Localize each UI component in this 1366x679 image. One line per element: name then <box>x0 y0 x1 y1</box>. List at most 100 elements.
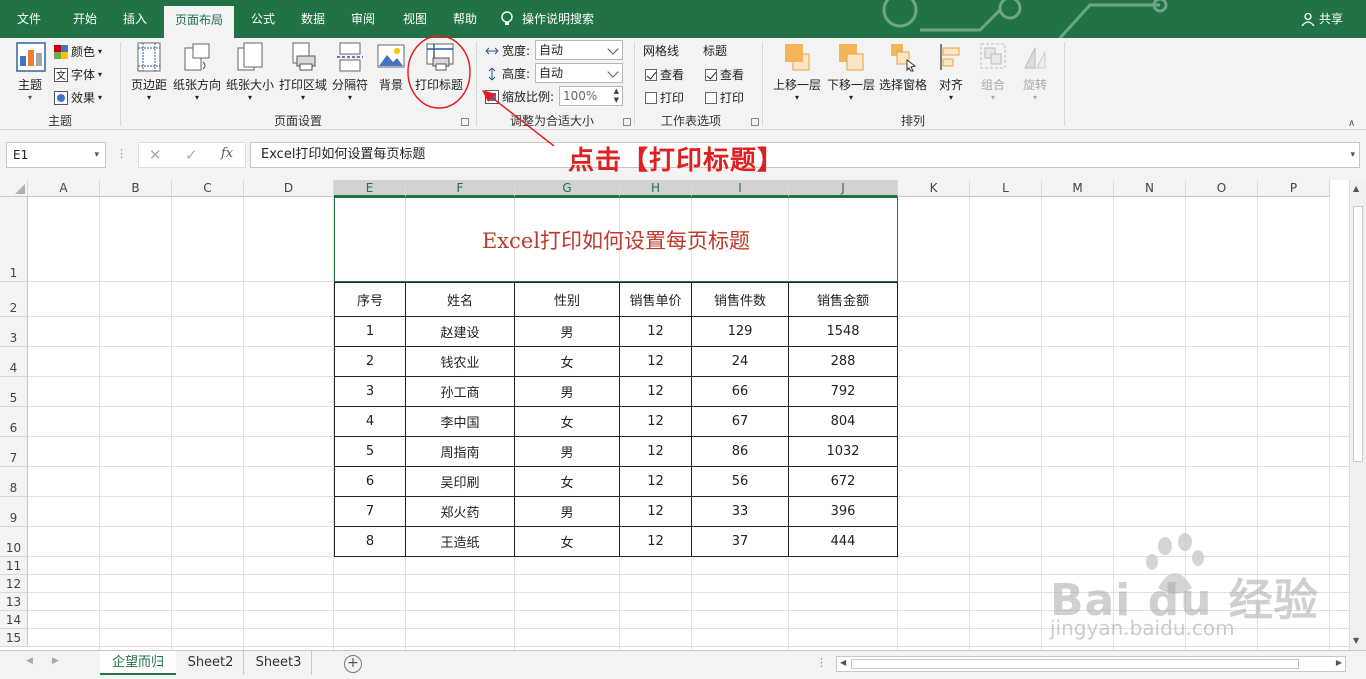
table-cell[interactable]: 男 <box>515 497 620 527</box>
column-header-g[interactable]: G <box>515 180 620 197</box>
row-header-5[interactable]: 5 <box>0 377 28 407</box>
table-cell[interactable]: 396 <box>789 497 898 527</box>
column-header-e[interactable]: E <box>334 180 406 197</box>
row-header-8[interactable]: 8 <box>0 467 28 497</box>
table-cell[interactable]: 12 <box>620 497 692 527</box>
table-cell[interactable]: 4 <box>334 407 406 437</box>
column-header-d[interactable]: D <box>244 180 334 197</box>
h-scroll-thumb[interactable] <box>851 659 1299 669</box>
table-cell[interactable]: 12 <box>620 407 692 437</box>
send-backward-button[interactable]: 下移一层 ▾ <box>825 42 877 102</box>
row-header-11[interactable]: 11 <box>0 557 28 575</box>
headings-print-checkbox[interactable]: 打印 <box>705 89 744 106</box>
formula-input[interactable]: Excel打印如何设置每页标题 ▾ <box>250 142 1360 168</box>
headings-view-checkbox[interactable]: 查看 <box>705 66 744 83</box>
column-header-k[interactable]: K <box>898 180 970 197</box>
horizontal-scrollbar[interactable]: ◀ ▶ <box>836 656 1346 672</box>
table-cell[interactable]: 444 <box>789 527 898 557</box>
column-header-j[interactable]: J <box>789 180 898 197</box>
table-cell[interactable]: 24 <box>692 347 789 377</box>
table-header-cell[interactable]: 销售金额 <box>789 282 898 317</box>
width-select[interactable]: 自动 <box>535 40 623 60</box>
column-header-h[interactable]: H <box>620 180 692 197</box>
group-objects-button[interactable]: 组合 ▾ <box>973 42 1013 102</box>
prev-sheet-icon[interactable]: ◀ <box>26 656 33 666</box>
table-cell[interactable]: 1548 <box>789 317 898 347</box>
row-header-2[interactable]: 2 <box>0 282 28 317</box>
row-header-9[interactable]: 9 <box>0 497 28 527</box>
table-cell[interactable]: 37 <box>692 527 789 557</box>
table-cell[interactable]: 5 <box>334 437 406 467</box>
table-cell[interactable]: 王造纸 <box>406 527 515 557</box>
table-cell[interactable]: 129 <box>692 317 789 347</box>
table-cell[interactable]: 2 <box>334 347 406 377</box>
column-header-m[interactable]: M <box>1042 180 1114 197</box>
table-cell[interactable]: 67 <box>692 407 789 437</box>
spreadsheet-grid[interactable]: ABCDEFGHIJKLMNOP 1 2 3 4 5 6 7 8 9 10 11 12 13 14 15 E… <box>0 180 1349 650</box>
table-cell[interactable]: 孙工商 <box>406 377 515 407</box>
confirm-icon[interactable]: ✓ <box>185 146 198 164</box>
table-cell[interactable]: 804 <box>789 407 898 437</box>
selection-pane-button[interactable]: 选择窗格 <box>877 42 929 93</box>
column-header-f[interactable]: F <box>406 180 515 197</box>
table-cell[interactable]: 3 <box>334 377 406 407</box>
orientation-button[interactable]: 纸张方向 ▾ <box>171 42 223 102</box>
vertical-scrollbar[interactable]: ▲ ▼ <box>1349 180 1366 650</box>
table-cell[interactable]: 86 <box>692 437 789 467</box>
table-cell[interactable]: 12 <box>620 467 692 497</box>
bring-forward-button[interactable]: 上移一层 ▾ <box>771 42 823 102</box>
table-cell[interactable]: 56 <box>692 467 789 497</box>
scroll-down-icon[interactable]: ▼ <box>1353 636 1359 645</box>
table-cell[interactable]: 男 <box>515 377 620 407</box>
sheet-tab-3[interactable]: Sheet3 <box>246 651 312 675</box>
table-cell[interactable]: 6 <box>334 467 406 497</box>
fonts-button[interactable]: 文 字体 ▾ <box>54 66 102 83</box>
tab-file[interactable]: 文件 <box>6 0 52 38</box>
column-header-c[interactable]: C <box>172 180 244 197</box>
column-header-l[interactable]: L <box>970 180 1042 197</box>
table-cell[interactable]: 8 <box>334 527 406 557</box>
size-button[interactable]: 纸张大小 ▾ <box>225 42 275 102</box>
breaks-button[interactable]: 分隔符 ▾ <box>331 42 369 102</box>
tab-insert[interactable]: 插入 <box>112 0 158 38</box>
sheet-tab-2[interactable]: Sheet2 <box>178 651 244 675</box>
scroll-left-icon[interactable]: ◀ <box>840 658 846 667</box>
table-cell[interactable]: 12 <box>620 437 692 467</box>
gridlines-view-checkbox[interactable]: 查看 <box>645 66 684 83</box>
table-cell[interactable]: 钱农业 <box>406 347 515 377</box>
table-header-cell[interactable]: 销售单价 <box>620 282 692 317</box>
table-cell[interactable]: 12 <box>620 317 692 347</box>
row-header-15[interactable]: 15 <box>0 629 28 647</box>
table-cell[interactable]: 男 <box>515 317 620 347</box>
row-header-1[interactable]: 1 <box>0 197 28 282</box>
margins-button[interactable]: 页边距 ▾ <box>129 42 169 102</box>
table-cell[interactable]: 李中国 <box>406 407 515 437</box>
row-header-12[interactable]: 12 <box>0 575 28 593</box>
name-box[interactable]: E1 ▾ <box>6 142 106 168</box>
table-cell[interactable]: 女 <box>515 347 620 377</box>
rotate-button[interactable]: 旋转 ▾ <box>1015 42 1055 102</box>
sheet-tab-1[interactable]: 企望而归 <box>100 651 176 675</box>
scale-launcher-icon[interactable] <box>623 118 631 126</box>
scroll-right-icon[interactable]: ▶ <box>1336 658 1342 667</box>
table-cell[interactable]: 66 <box>692 377 789 407</box>
column-header-b[interactable]: B <box>100 180 172 197</box>
effects-button[interactable]: 效果 ▾ <box>54 89 102 106</box>
table-cell[interactable]: 赵建设 <box>406 317 515 347</box>
table-cell[interactable]: 郑火药 <box>406 497 515 527</box>
table-cell[interactable]: 33 <box>692 497 789 527</box>
column-header-n[interactable]: N <box>1114 180 1186 197</box>
tab-page-layout[interactable]: 页面布局 <box>164 6 234 38</box>
tab-data[interactable]: 数据 <box>290 0 336 38</box>
title-cell[interactable]: Excel打印如何设置每页标题 <box>334 197 898 282</box>
next-sheet-icon[interactable]: ▶ <box>52 656 59 666</box>
scroll-thumb[interactable] <box>1353 206 1363 462</box>
table-cell[interactable]: 女 <box>515 467 620 497</box>
spinner-arrows-icon[interactable]: ▲ ▼ <box>614 87 619 105</box>
table-cell[interactable]: 12 <box>620 377 692 407</box>
table-cell[interactable]: 周指南 <box>406 437 515 467</box>
table-cell[interactable]: 7 <box>334 497 406 527</box>
insert-function-icon[interactable]: fx <box>221 146 233 161</box>
share-button[interactable]: 共享 <box>1292 0 1352 38</box>
row-header-13[interactable]: 13 <box>0 593 28 611</box>
